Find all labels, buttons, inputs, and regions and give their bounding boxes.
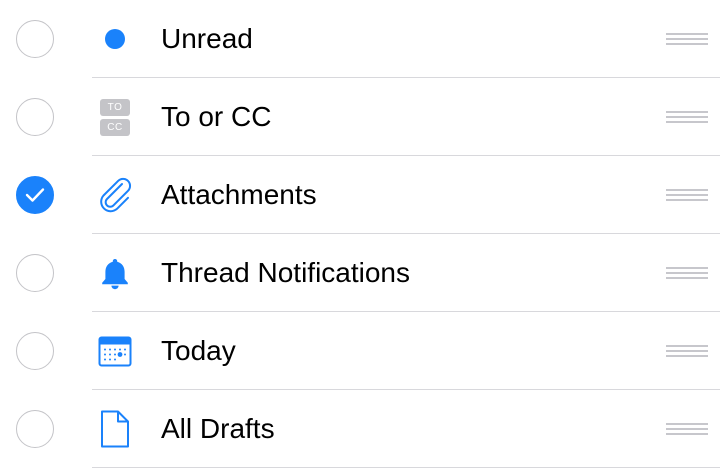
filter-row-all-drafts[interactable]: All Drafts	[0, 390, 720, 468]
filter-list: Unread TO CC To or CC Attachments Thread…	[0, 0, 720, 470]
filter-row-attachments[interactable]: Attachments	[0, 156, 720, 234]
unread-dot-icon	[95, 19, 135, 59]
filter-row-thread-notifications[interactable]: Thread Notifications	[0, 234, 720, 312]
to-badge: TO	[100, 98, 130, 116]
divider	[92, 467, 720, 468]
filter-row-unread[interactable]: Unread	[0, 0, 720, 78]
filter-row-to-or-cc[interactable]: TO CC To or CC	[0, 78, 720, 156]
to-or-cc-checkbox[interactable]	[16, 98, 54, 136]
filter-label: Attachments	[161, 179, 317, 210]
paperclip-icon	[95, 175, 135, 215]
reorder-handle-icon[interactable]	[666, 267, 708, 279]
today-checkbox[interactable]	[16, 332, 54, 370]
thread-notifications-checkbox[interactable]	[16, 254, 54, 292]
filter-row-today[interactable]: Today	[0, 312, 720, 390]
reorder-handle-icon[interactable]	[666, 111, 708, 123]
filter-label: Thread Notifications	[161, 257, 411, 288]
bell-icon	[95, 253, 135, 293]
to-cc-icon: TO CC	[95, 97, 135, 137]
cc-badge: CC	[100, 118, 130, 136]
unread-checkbox[interactable]	[16, 20, 54, 58]
reorder-handle-icon[interactable]	[666, 345, 708, 357]
reorder-handle-icon[interactable]	[666, 33, 708, 45]
reorder-handle-icon[interactable]	[666, 423, 708, 435]
filter-label: Today	[161, 335, 236, 366]
filter-label: To or CC	[161, 101, 272, 132]
filter-label: Unread	[161, 23, 253, 54]
reorder-handle-icon[interactable]	[666, 189, 708, 201]
document-icon	[95, 409, 135, 449]
checkmark-icon	[25, 188, 45, 202]
attachments-checkbox[interactable]	[16, 176, 54, 214]
all-drafts-checkbox[interactable]	[16, 410, 54, 448]
calendar-icon	[95, 331, 135, 371]
filter-label: All Drafts	[161, 413, 275, 444]
